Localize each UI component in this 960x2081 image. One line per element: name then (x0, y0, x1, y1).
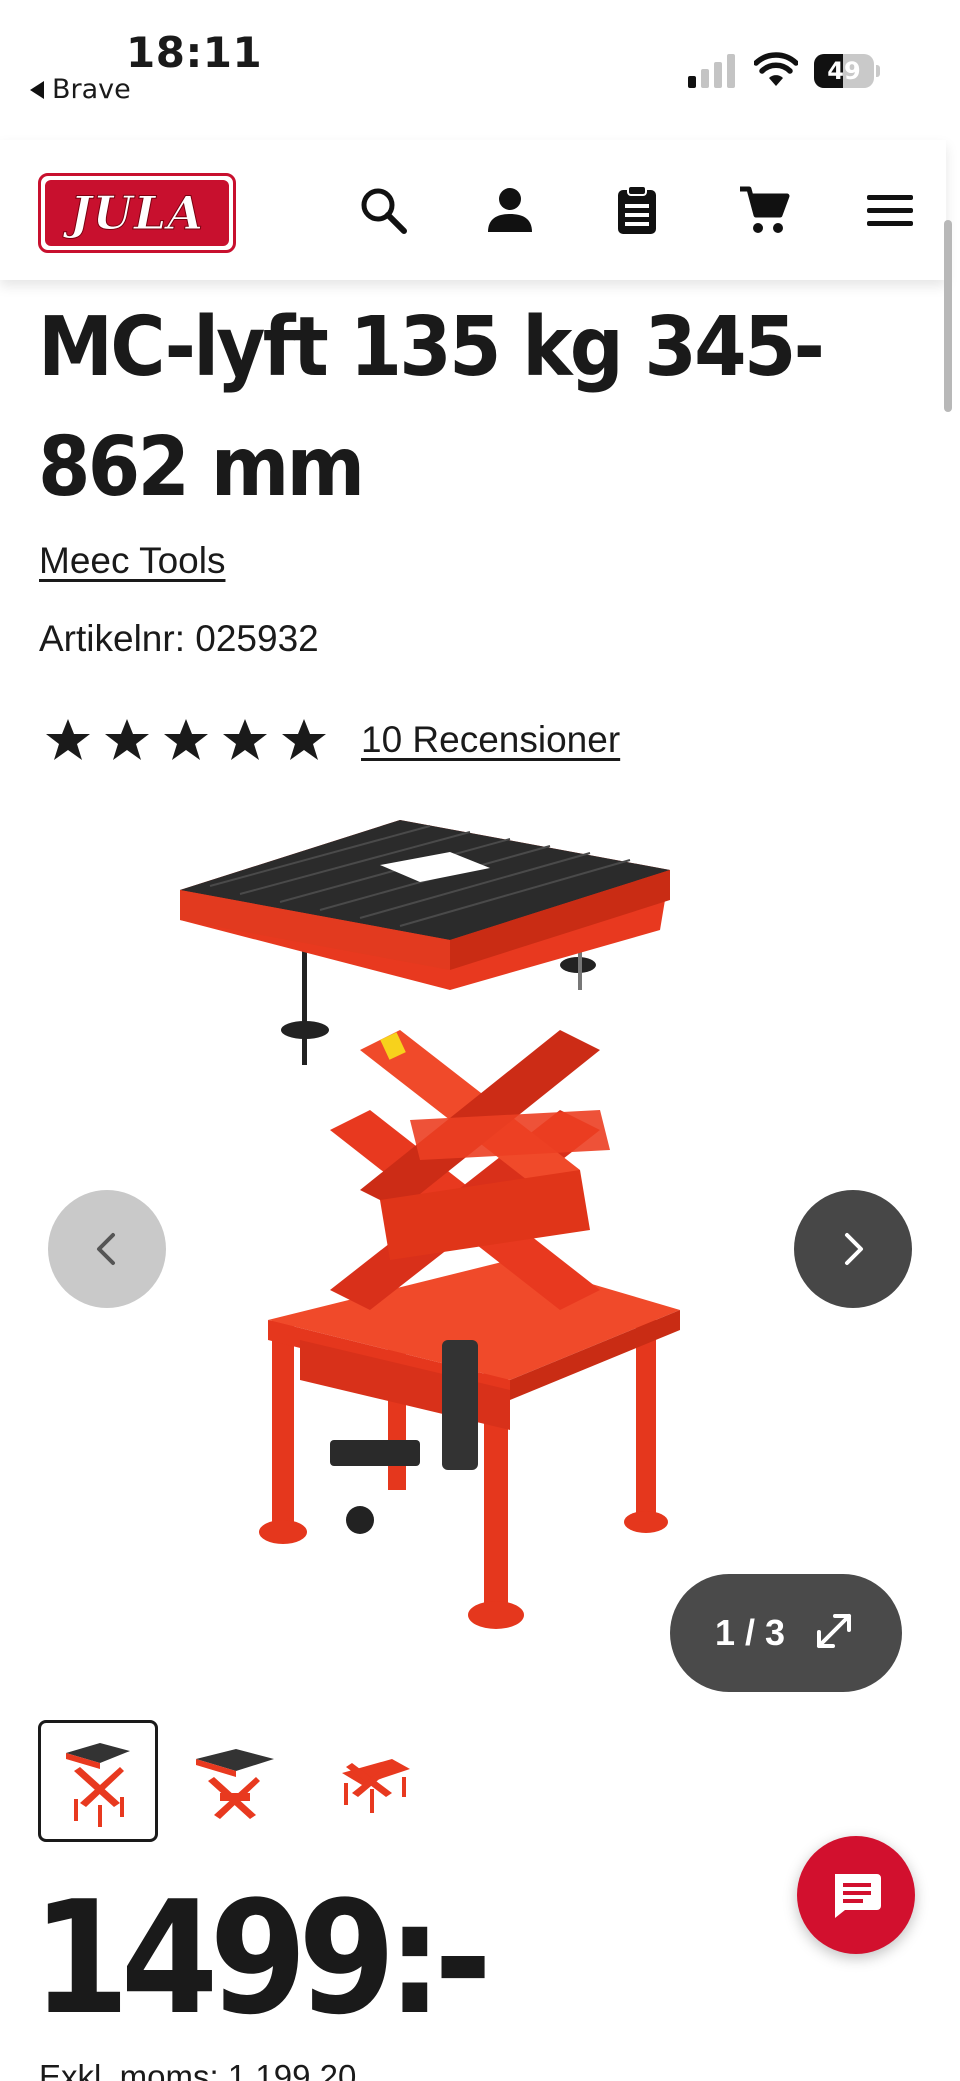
menu-button[interactable] (860, 180, 920, 240)
star-icon (223, 719, 267, 760)
chat-button[interactable] (797, 1836, 915, 1954)
thumbnail-strip (38, 1720, 430, 1842)
thumbnail-1[interactable] (38, 1720, 158, 1842)
wifi-icon (754, 52, 798, 86)
product-price: 1499:- (32, 1867, 492, 2049)
search-icon (361, 188, 407, 234)
product-gallery[interactable]: 1 / 3 (0, 820, 946, 1692)
thumbnail-image (66, 1743, 130, 1827)
jula-logo[interactable]: JULA (38, 173, 236, 253)
shopping-list-button[interactable] (607, 180, 667, 240)
chat-bubble-icon (835, 1874, 881, 1918)
cellular-signal-icon (688, 54, 735, 88)
thumbnail-image (342, 1759, 410, 1813)
shopping-list-icon (618, 185, 656, 234)
page-scrollbar[interactable] (944, 220, 952, 412)
gallery-counter: 1 / 3 (714, 1612, 786, 1653)
cart-icon (740, 186, 790, 233)
battery-indicator: 49 (814, 54, 880, 88)
menu-icon (867, 195, 913, 226)
star-icon (282, 719, 326, 760)
thumbnail-2[interactable] (174, 1720, 294, 1842)
back-app-label: Brave (52, 74, 131, 105)
battery-level-text: 49 (827, 57, 861, 85)
site-header: JULA (0, 140, 946, 280)
thumbnail-image (196, 1749, 274, 1819)
gallery-prev-button[interactable] (48, 1190, 166, 1308)
chevron-right-icon (845, 1233, 863, 1265)
article-number: Artikelnr: 025932 (39, 618, 319, 659)
rating-row[interactable]: 10 Recensioner (44, 712, 620, 768)
product-image[interactable] (180, 820, 780, 1670)
back-to-app-button[interactable]: Brave (30, 74, 131, 105)
logo-text: JULA (70, 186, 204, 241)
reviews-link[interactable]: 10 Recensioner (361, 719, 620, 761)
price-ex-vat: Exkl. moms: 1 199,20 (39, 2058, 357, 2081)
chevron-left-icon (97, 1233, 115, 1265)
account-icon (488, 188, 532, 232)
account-button[interactable] (480, 180, 540, 240)
status-time: 18:11 (126, 28, 263, 77)
product-title: MC-lyft 135 kg 345-862 mm (38, 300, 825, 515)
star-icon (105, 719, 149, 760)
gallery-counter-expand-button[interactable]: 1 / 3 (670, 1574, 902, 1692)
expand-icon (811, 1608, 857, 1659)
cart-button[interactable] (734, 180, 794, 240)
star-icon (164, 719, 208, 760)
star-rating (44, 716, 339, 764)
thumbnail-3[interactable] (310, 1720, 430, 1842)
gallery-next-button[interactable] (794, 1190, 912, 1308)
star-icon (46, 719, 90, 760)
brand-link[interactable]: Meec Tools (39, 540, 225, 582)
search-button[interactable] (353, 180, 413, 240)
back-triangle-icon (30, 80, 44, 99)
status-bar: 18:11 Brave 49 (0, 0, 960, 125)
